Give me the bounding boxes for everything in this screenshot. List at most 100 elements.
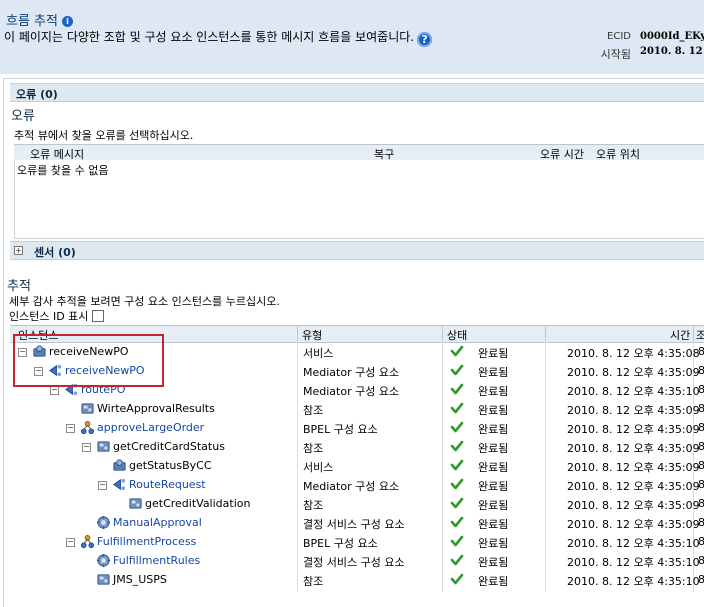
faults-bar-label: 오류 (0) <box>16 88 58 101</box>
instance-name[interactable]: FulfillmentProcess <box>97 535 196 548</box>
instance-type: Mediator 구성 요소 <box>303 385 400 398</box>
instance-composite: 8 <box>698 497 704 510</box>
instance-composite: 8 <box>698 459 704 472</box>
instance-name: getCreditValidation <box>145 497 251 510</box>
bpel-icon <box>80 534 95 549</box>
show-ids-label: 인스턴스 ID 표시 <box>9 310 89 323</box>
success-check-icon <box>450 515 464 529</box>
instance-composite: 8 <box>698 440 704 453</box>
instance-state: 완료됨 <box>478 423 509 436</box>
highlight-box <box>13 334 164 387</box>
trace-row[interactable]: − RouteRequest Mediator 구성 요소 완료됨 2010. 8. 1… <box>10 476 704 495</box>
page-description-text: 이 페이지는 다양한 조합 및 구성 요소 인스턴스를 통한 메시지 흐름을 보… <box>4 30 415 44</box>
instance-state: 완료됨 <box>478 461 509 474</box>
page-title-text: 흐름 추적 <box>6 14 58 29</box>
instance-type: 결정 서비스 구성 요소 <box>303 518 405 531</box>
instance-state: 완료됨 <box>478 556 509 569</box>
instance-time: 2010. 8. 12 오후 4:35:09 <box>567 442 700 455</box>
collapse-icon[interactable]: − <box>50 386 59 395</box>
success-check-icon <box>450 458 464 472</box>
instance-time: 2010. 8. 12 오후 4:35:09 <box>567 423 700 436</box>
trace-row[interactable]: − getCreditCardStatus 참조 완료됨 2010. 8. 12 오후 … <box>10 438 704 457</box>
sensors-bar[interactable]: + 센서 (0) <box>10 241 704 260</box>
instance-type: Mediator 구성 요소 <box>303 366 400 379</box>
instance-name: JMS_USPS <box>113 573 167 586</box>
show-ids-checkbox[interactable] <box>92 310 105 322</box>
instance-state: 완료됨 <box>478 442 509 455</box>
trace-row[interactable]: getCreditValidation 참조 완료됨 2010. 8. 12 오후 4… <box>10 495 704 514</box>
instance-type: 참조 <box>303 442 324 455</box>
col-composite[interactable]: 조 <box>696 327 704 343</box>
instance-name: WirteApprovalResults <box>97 402 215 415</box>
collapse-icon[interactable]: − <box>66 424 75 433</box>
instance-state: 완료됨 <box>478 366 509 379</box>
help-icon[interactable]: ? <box>417 32 433 47</box>
instance-time: 2010. 8. 12 오후 4:35:09 <box>567 366 700 379</box>
instance-composite: 8 <box>698 421 704 434</box>
instance-composite: 8 <box>698 535 704 548</box>
col-separator <box>693 325 694 341</box>
instance-name[interactable]: ManualApproval <box>113 516 202 529</box>
instance-state: 완료됨 <box>478 518 509 531</box>
decision-icon <box>96 553 111 568</box>
instance-name[interactable]: RouteRequest <box>129 478 206 491</box>
collapse-icon[interactable]: − <box>98 481 107 490</box>
col-state[interactable]: 상태 <box>447 327 467 343</box>
faults-instruction: 추적 뷰에서 찾을 오류를 선택하십시오. <box>14 129 194 142</box>
decision-icon <box>96 515 111 530</box>
expand-icon[interactable]: + <box>14 246 23 255</box>
instance-type: 결정 서비스 구성 요소 <box>303 556 405 569</box>
instance-name: getStatusByCC <box>129 459 212 472</box>
info-icon[interactable]: i <box>61 16 73 27</box>
instance-state: 완료됨 <box>478 575 509 588</box>
instance-state: 완료됨 <box>478 499 509 512</box>
trace-row[interactable]: − approveLargeOrder BPEL 구성 요소 완료됨 2010. 8. … <box>10 419 704 438</box>
instance-time: 2010. 8. 12 오후 4:35:09 <box>567 461 700 474</box>
col-separator <box>297 325 298 341</box>
trace-row[interactable]: getStatusByCC 서비스 완료됨 2010. 8. 12 오후 4:35:0… <box>10 457 704 476</box>
instance-time: 2010. 8. 12 오후 4:35:10 <box>567 537 700 550</box>
faults-title: 오류 <box>11 109 35 124</box>
service-icon <box>112 458 127 473</box>
instance-time: 2010. 8. 12 오후 4:35:10 <box>567 575 700 588</box>
instance-name: getCreditCardStatus <box>113 440 225 453</box>
trace-row[interactable]: FulfillmentRules 결정 서비스 구성 요소 완료됨 2010. 8. … <box>10 552 704 571</box>
faults-bar[interactable]: 오류 (0) <box>10 83 704 102</box>
instance-type: 참조 <box>303 575 324 588</box>
mediator-icon <box>112 477 127 492</box>
trace-row[interactable]: WirteApprovalResults 참조 완료됨 2010. 8. 12 오후 … <box>10 400 704 419</box>
instance-composite: 8 <box>698 516 704 529</box>
trace-row[interactable]: ManualApproval 결정 서비스 구성 요소 완료됨 2010. 8. 12… <box>10 514 704 533</box>
success-check-icon <box>450 439 464 453</box>
instance-name[interactable]: approveLargeOrder <box>97 421 204 434</box>
collapse-icon[interactable]: − <box>66 538 75 547</box>
sensors-bar-label: 센서 (0) <box>34 246 76 259</box>
trace-row[interactable]: − FulfillmentProcess BPEL 구성 요소 완료됨 2010. 8.… <box>10 533 704 552</box>
instance-name[interactable]: FulfillmentRules <box>113 554 200 567</box>
trace-row[interactable]: JMS_USPS 참조 완료됨 2010. 8. 12 오후 4:35:10 8 <box>10 571 704 590</box>
success-check-icon <box>450 496 464 510</box>
instance-type: 서비스 <box>303 347 334 360</box>
show-ids-option: 인스턴스 ID 표시 <box>9 308 105 324</box>
success-check-icon <box>450 572 464 586</box>
instance-type: BPEL 구성 요소 <box>303 423 378 436</box>
instance-state: 완료됨 <box>478 404 509 417</box>
started-value: 2010. 8. 12 S <box>640 46 704 57</box>
reference-icon <box>80 401 95 416</box>
success-check-icon <box>450 553 464 567</box>
col-type[interactable]: 유형 <box>302 327 322 343</box>
instance-composite: 8 <box>698 402 704 415</box>
success-check-icon <box>450 534 464 548</box>
instance-time: 2010. 8. 12 오후 4:35:08 <box>567 347 700 360</box>
col-separator <box>442 325 443 341</box>
col-time[interactable]: 시간 <box>670 327 690 343</box>
reference-icon <box>128 496 143 511</box>
instance-composite: 8 <box>698 573 704 586</box>
instance-type: 참조 <box>303 499 324 512</box>
instance-state: 완료됨 <box>478 347 509 360</box>
instance-time: 2010. 8. 12 오후 4:35:10 <box>567 385 700 398</box>
success-check-icon <box>450 344 464 358</box>
bpel-icon <box>80 420 95 435</box>
collapse-icon[interactable]: − <box>82 443 91 452</box>
success-check-icon <box>450 401 464 415</box>
